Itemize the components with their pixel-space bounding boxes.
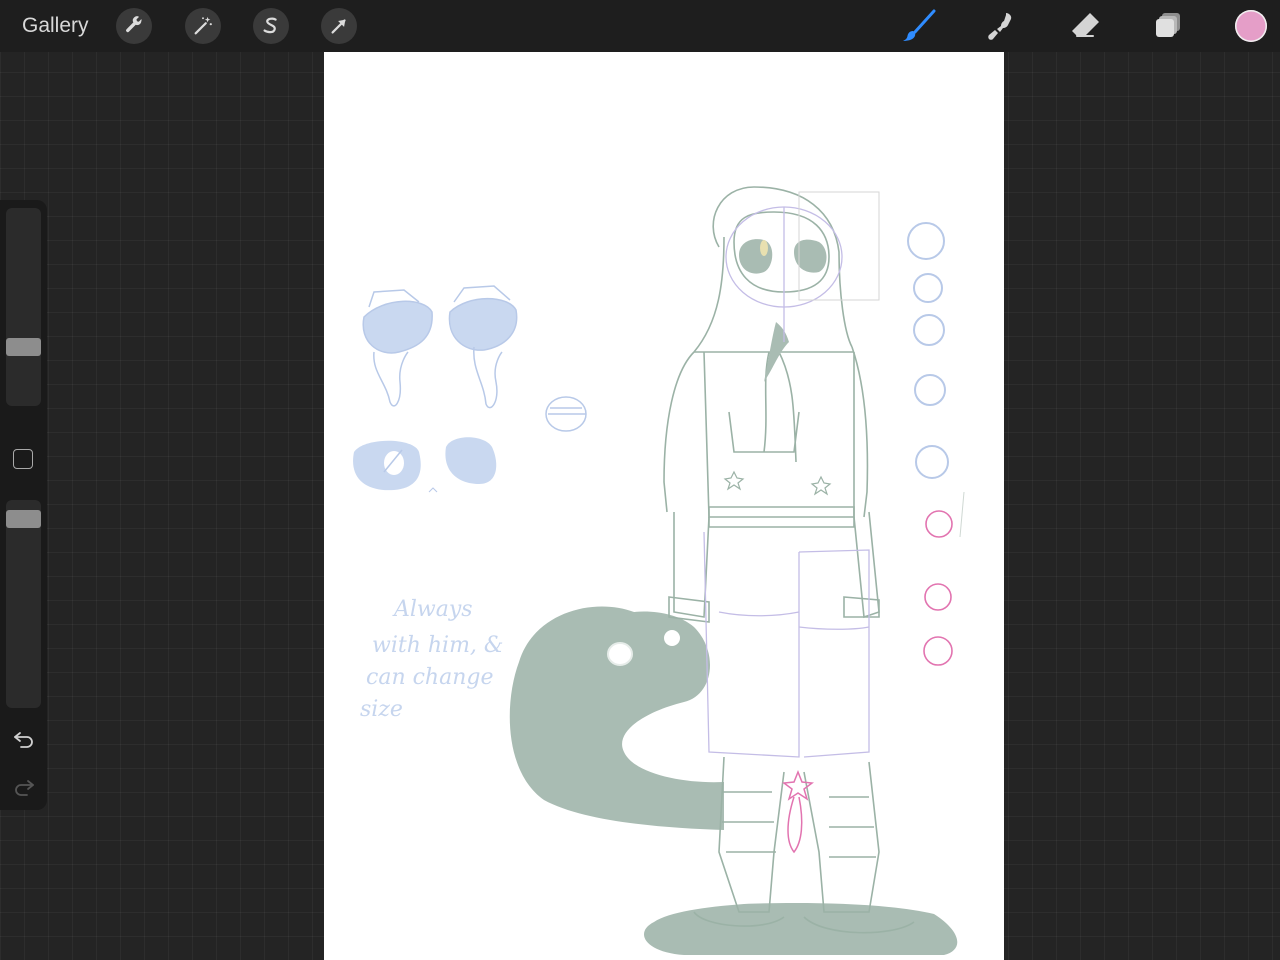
opacity-slider[interactable] (6, 500, 41, 708)
gallery-button[interactable]: Gallery (22, 13, 89, 39)
s-selection-icon (263, 17, 277, 34)
note-line-1: Always (392, 597, 473, 622)
eraser-icon (1072, 13, 1099, 37)
layers-icon (1156, 13, 1180, 37)
wrench-icon (126, 16, 142, 33)
transform-button[interactable] (321, 8, 357, 44)
actions-button[interactable] (116, 8, 152, 44)
shadow-creature (509, 606, 724, 830)
paint-button[interactable] (901, 8, 937, 44)
note-line-4: size (360, 697, 403, 722)
selection-button[interactable] (253, 8, 289, 44)
drawing-canvas[interactable]: Always with him, & can change size (324, 52, 1004, 960)
brush-icon (903, 9, 936, 41)
layers-button[interactable] (1150, 8, 1186, 44)
modify-button[interactable] (13, 449, 33, 469)
brush-size-slider-thumb[interactable] (6, 338, 41, 356)
redo-icon (15, 780, 34, 796)
arrow-cursor-icon (331, 19, 346, 34)
top-toolbar: Gallery (0, 0, 1280, 52)
brush-size-slider[interactable] (6, 208, 41, 406)
undo-icon (14, 732, 33, 748)
note-line-2: with him, & (372, 633, 504, 658)
opacity-slider-thumb[interactable] (6, 510, 41, 528)
left-sidebar (0, 200, 47, 810)
note-line-3: can change (366, 665, 493, 690)
smudge-icon (988, 13, 1012, 40)
adjustments-button[interactable] (185, 8, 221, 44)
eraser-button[interactable] (1067, 8, 1103, 44)
ground-shadow (644, 903, 958, 955)
undo-button[interactable] (11, 726, 37, 752)
redo-button[interactable] (11, 774, 37, 800)
magic-wand-icon (194, 16, 212, 35)
creature-eye-right (664, 630, 680, 646)
artwork-sketch: Always with him, & can change size (353, 186, 965, 955)
color-picker-button[interactable] (1235, 10, 1267, 42)
creature-eye-left (607, 642, 633, 666)
smudge-button[interactable] (984, 8, 1020, 44)
